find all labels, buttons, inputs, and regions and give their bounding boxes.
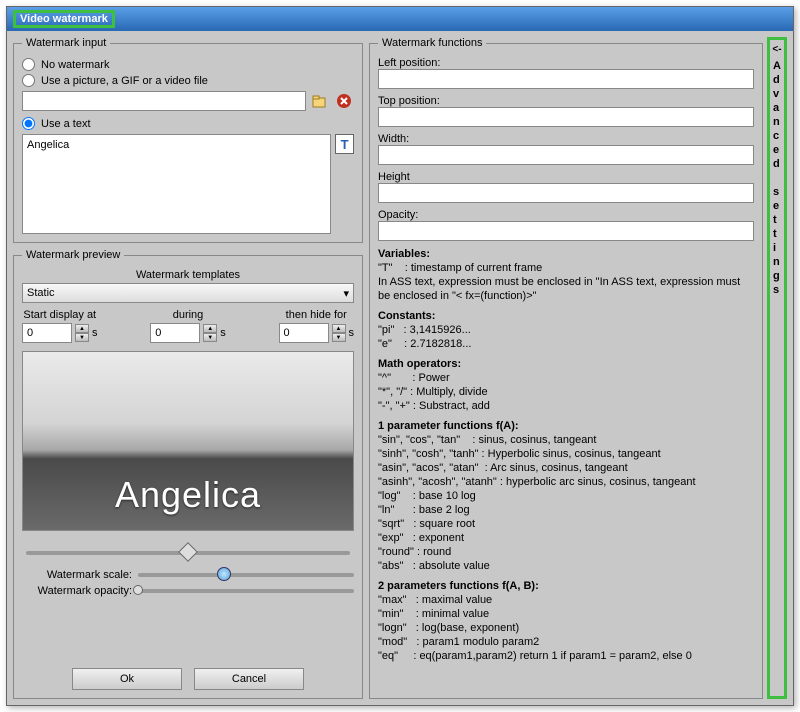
radio-no-watermark[interactable]: No watermark xyxy=(22,58,354,71)
height-label: Height xyxy=(378,171,754,183)
dialog-body: Watermark input No watermark Use a pictu… xyxy=(7,31,793,705)
then-hide-label: then hide for xyxy=(286,309,347,321)
chevron-down-icon: ▾ xyxy=(343,287,349,300)
width-input[interactable] xyxy=(378,145,754,165)
top-position-label: Top position: xyxy=(378,95,754,107)
spin-down-icon[interactable]: ▼ xyxy=(75,333,89,342)
during-input[interactable] xyxy=(150,323,200,343)
radio-use-text-input[interactable] xyxy=(22,117,35,130)
watermark-file-input[interactable] xyxy=(22,91,306,111)
preview-overlay-text: Angelica xyxy=(115,474,261,516)
collapse-arrow-icon: <- xyxy=(772,44,781,55)
radio-use-file-input[interactable] xyxy=(22,74,35,87)
top-position-input[interactable] xyxy=(378,107,754,127)
ok-button[interactable]: Ok xyxy=(72,668,182,690)
radio-use-file-label: Use a picture, a GIF or a video file xyxy=(41,75,208,87)
watermark-input-group: Watermark input No watermark Use a pictu… xyxy=(13,37,363,243)
watermark-templates-label: Watermark templates xyxy=(22,269,354,281)
spin-down-icon[interactable]: ▼ xyxy=(332,333,346,342)
left-column: Watermark input No watermark Use a pictu… xyxy=(13,37,363,699)
browse-file-icon[interactable] xyxy=(310,91,330,111)
radio-no-watermark-label: No watermark xyxy=(41,59,109,71)
width-label: Width: xyxy=(378,133,754,145)
unit-seconds: s xyxy=(349,327,355,339)
right-column: Watermark functions Left position: Top p… xyxy=(369,37,787,699)
watermark-preview-legend: Watermark preview xyxy=(22,249,124,261)
text-format-icon[interactable]: T xyxy=(335,134,354,154)
start-display-input[interactable] xyxy=(22,323,72,343)
then-hide-input[interactable] xyxy=(279,323,329,343)
advanced-settings-tab[interactable]: <- Advanced settings xyxy=(767,37,787,699)
watermark-scale-label: Watermark scale: xyxy=(22,569,132,581)
clear-file-icon[interactable] xyxy=(334,91,354,111)
timeline-slider[interactable] xyxy=(22,541,354,565)
height-input[interactable] xyxy=(378,183,754,203)
advanced-settings-label: Advanced settings xyxy=(773,59,781,297)
watermark-opacity-slider[interactable] xyxy=(138,589,354,593)
spin-up-icon[interactable]: ▲ xyxy=(332,324,346,333)
cancel-button[interactable]: Cancel xyxy=(194,668,304,690)
help-text: Variables: "T" : timestamp of current fr… xyxy=(378,247,754,663)
window-title: Video watermark xyxy=(13,10,115,28)
watermark-functions-group: Watermark functions Left position: Top p… xyxy=(369,37,763,699)
watermark-functions-legend: Watermark functions xyxy=(378,37,486,49)
opacity-func-input[interactable] xyxy=(378,221,754,241)
spin-up-icon[interactable]: ▲ xyxy=(203,324,217,333)
radio-no-watermark-input[interactable] xyxy=(22,58,35,71)
watermark-scale-slider[interactable] xyxy=(138,573,354,577)
during-label: during xyxy=(173,309,204,321)
unit-seconds: s xyxy=(220,327,226,339)
radio-use-text[interactable]: Use a text xyxy=(22,117,354,130)
radio-use-file[interactable]: Use a picture, a GIF or a video file xyxy=(22,74,354,87)
radio-use-text-label: Use a text xyxy=(41,118,91,130)
templates-combo-value: Static xyxy=(27,287,55,299)
spin-up-icon[interactable]: ▲ xyxy=(75,324,89,333)
watermark-opacity-label: Watermark opacity: xyxy=(22,585,132,597)
watermark-text-input[interactable] xyxy=(22,134,331,234)
video-watermark-dialog: Video watermark Watermark input No water… xyxy=(6,6,794,706)
watermark-preview-group: Watermark preview Watermark templates St… xyxy=(13,249,363,699)
titlebar[interactable]: Video watermark xyxy=(7,7,793,31)
watermark-input-legend: Watermark input xyxy=(22,37,110,49)
unit-seconds: s xyxy=(92,327,98,339)
left-position-label: Left position: xyxy=(378,57,754,69)
preview-image: Angelica xyxy=(22,351,354,531)
spin-down-icon[interactable]: ▼ xyxy=(203,333,217,342)
left-position-input[interactable] xyxy=(378,69,754,89)
opacity-func-label: Opacity: xyxy=(378,209,754,221)
templates-combo[interactable]: Static ▾ xyxy=(22,283,354,303)
start-display-label: Start display at xyxy=(23,309,96,321)
